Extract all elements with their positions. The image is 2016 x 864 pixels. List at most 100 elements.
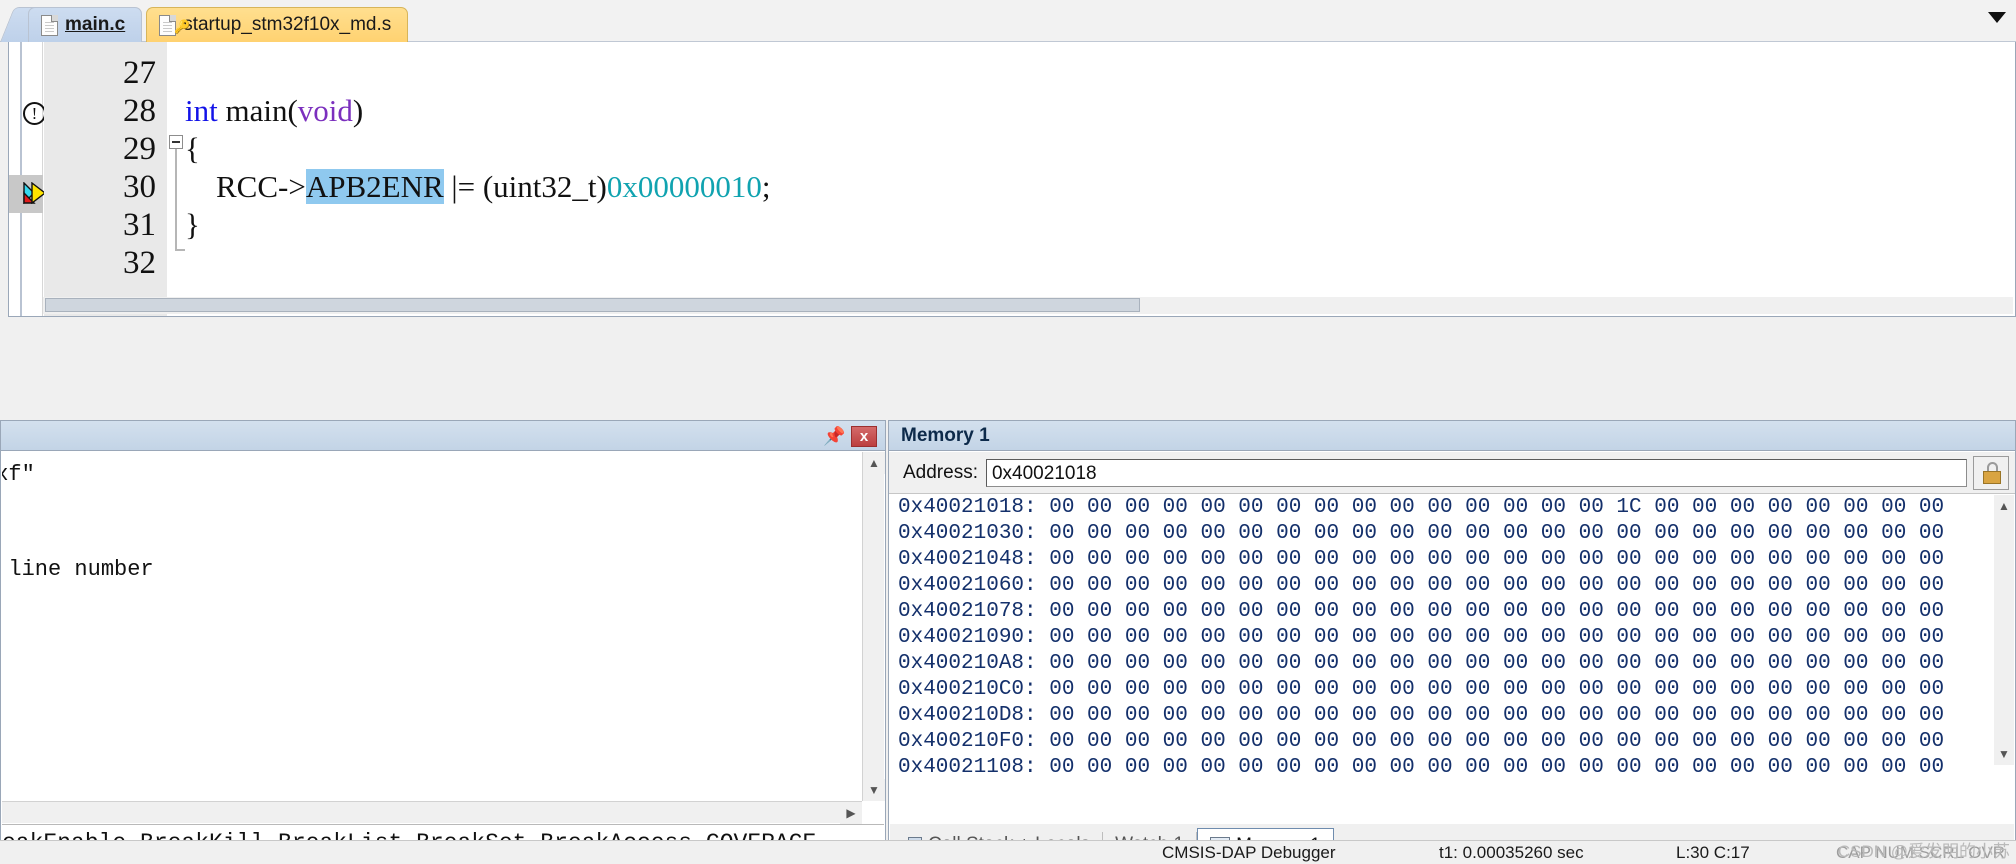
memory-row[interactable]: 0x40021078: 00 00 00 00 00 00 00 00 00 0… (890, 599, 2014, 625)
memory-byte[interactable]: 00 (1768, 600, 1806, 623)
memory-byte[interactable]: 00 (1314, 626, 1352, 649)
code-editor[interactable]: ! 27 28 29 30 31 32 int main(void) { RCC… (8, 42, 2016, 317)
memory-row[interactable]: 0x40021090: 00 00 00 00 00 00 00 00 00 0… (890, 625, 2014, 651)
memory-byte[interactable]: 00 (1352, 574, 1390, 597)
memory-byte[interactable]: 00 (1390, 730, 1428, 753)
memory-byte[interactable]: 00 (1654, 730, 1692, 753)
memory-byte[interactable]: 00 (1654, 756, 1692, 779)
memory-byte[interactable]: 00 (1541, 626, 1579, 649)
memory-byte[interactable]: 00 (1768, 730, 1806, 753)
memory-byte[interactable]: 00 (1390, 574, 1428, 597)
memory-byte[interactable]: 00 (1881, 730, 1919, 753)
memory-byte[interactable]: 00 (1541, 730, 1579, 753)
memory-byte[interactable]: 00 (1805, 730, 1843, 753)
memory-byte[interactable]: 00 (1200, 730, 1238, 753)
memory-byte[interactable]: 00 (1465, 730, 1503, 753)
memory-byte[interactable]: 00 (1541, 600, 1579, 623)
memory-byte[interactable]: 00 (1843, 548, 1881, 571)
memory-byte[interactable]: 00 (1352, 522, 1390, 545)
memory-byte[interactable]: 00 (1276, 496, 1314, 519)
memory-byte[interactable]: 00 (1276, 574, 1314, 597)
memory-byte[interactable]: 00 (1427, 730, 1465, 753)
memory-byte[interactable]: 00 (1919, 574, 1944, 597)
memory-byte[interactable]: 00 (1503, 678, 1541, 701)
memory-byte[interactable]: 00 (1805, 756, 1843, 779)
memory-byte[interactable]: 00 (1730, 626, 1768, 649)
memory-byte[interactable]: 00 (1163, 522, 1201, 545)
memory-byte[interactable]: 00 (1919, 756, 1944, 779)
close-icon[interactable]: x (851, 426, 877, 447)
memory-byte[interactable]: 00 (1616, 756, 1654, 779)
memory-byte[interactable]: 00 (1692, 548, 1730, 571)
memory-vertical-scrollbar[interactable]: ▲ ▼ (1994, 495, 2014, 765)
memory-byte[interactable]: 00 (1200, 652, 1238, 675)
memory-byte[interactable]: 00 (1503, 548, 1541, 571)
memory-byte[interactable]: 00 (1087, 522, 1125, 545)
memory-byte[interactable]: 00 (1352, 730, 1390, 753)
memory-byte[interactable]: 00 (1616, 548, 1654, 571)
editor-horizontal-scrollbar[interactable] (43, 297, 2013, 314)
memory-byte[interactable]: 00 (1768, 548, 1806, 571)
memory-byte[interactable]: 00 (1919, 704, 1944, 727)
memory-byte[interactable]: 00 (1768, 522, 1806, 545)
memory-byte[interactable]: 00 (1692, 574, 1730, 597)
memory-byte[interactable]: 00 (1390, 522, 1428, 545)
memory-byte[interactable]: 00 (1238, 522, 1276, 545)
memory-byte[interactable]: 00 (1314, 652, 1352, 675)
memory-byte[interactable]: 00 (1654, 600, 1692, 623)
memory-byte[interactable]: 00 (1730, 678, 1768, 701)
triangle-right-icon[interactable]: ▶ (840, 802, 862, 824)
memory-byte[interactable]: 00 (1503, 652, 1541, 675)
memory-row[interactable]: 0x40021108: 00 00 00 00 00 00 00 00 00 0… (890, 755, 2014, 781)
command-vertical-scrollbar[interactable]: ▲ ▼ (862, 452, 885, 801)
memory-byte[interactable]: 00 (1843, 574, 1881, 597)
memory-byte[interactable]: 00 (1163, 574, 1201, 597)
memory-byte[interactable]: 00 (1919, 496, 1944, 519)
memory-byte[interactable]: 00 (1352, 600, 1390, 623)
memory-byte[interactable]: 00 (1200, 522, 1238, 545)
memory-byte[interactable]: 00 (1087, 756, 1125, 779)
memory-byte[interactable]: 00 (1692, 730, 1730, 753)
memory-byte[interactable]: 00 (1427, 678, 1465, 701)
memory-byte[interactable]: 00 (1352, 652, 1390, 675)
memory-byte[interactable]: 00 (1881, 704, 1919, 727)
memory-row[interactable]: 0x400210C0: 00 00 00 00 00 00 00 00 00 0… (890, 677, 2014, 703)
memory-byte[interactable]: 00 (1503, 730, 1541, 753)
memory-byte[interactable]: 00 (1805, 574, 1843, 597)
memory-byte[interactable]: 00 (1616, 652, 1654, 675)
memory-byte[interactable]: 00 (1200, 756, 1238, 779)
triangle-down-icon[interactable]: ▼ (863, 779, 885, 801)
memory-row[interactable]: 0x40021030: 00 00 00 00 00 00 00 00 00 0… (890, 521, 2014, 547)
memory-byte[interactable]: 00 (1125, 522, 1163, 545)
memory-byte[interactable]: 00 (1465, 600, 1503, 623)
memory-byte[interactable]: 00 (1919, 548, 1944, 571)
memory-byte[interactable]: 00 (1125, 756, 1163, 779)
memory-byte[interactable]: 00 (1654, 522, 1692, 545)
scrollbar-thumb[interactable] (45, 298, 1140, 312)
memory-byte[interactable]: 00 (1200, 574, 1238, 597)
memory-byte[interactable]: 00 (1352, 548, 1390, 571)
memory-byte[interactable]: 00 (1541, 678, 1579, 701)
memory-byte[interactable]: 00 (1465, 652, 1503, 675)
memory-byte[interactable]: 00 (1579, 626, 1617, 649)
memory-byte[interactable]: 00 (1768, 704, 1806, 727)
memory-byte[interactable]: 00 (1200, 600, 1238, 623)
memory-byte[interactable]: 00 (1465, 678, 1503, 701)
memory-byte[interactable]: 00 (1465, 522, 1503, 545)
memory-byte[interactable]: 00 (1163, 678, 1201, 701)
memory-byte[interactable]: 00 (1692, 522, 1730, 545)
memory-byte[interactable]: 00 (1805, 678, 1843, 701)
memory-byte[interactable]: 00 (1200, 704, 1238, 727)
memory-byte[interactable]: 00 (1692, 756, 1730, 779)
memory-byte[interactable]: 00 (1843, 626, 1881, 649)
memory-byte[interactable]: 00 (1125, 704, 1163, 727)
memory-byte[interactable]: 00 (1768, 678, 1806, 701)
memory-byte[interactable]: 00 (1579, 730, 1617, 753)
code-line-28[interactable]: int main(void) (185, 92, 363, 130)
memory-byte[interactable]: 00 (1390, 652, 1428, 675)
memory-byte[interactable]: 00 (1654, 652, 1692, 675)
memory-byte[interactable]: 00 (1503, 756, 1541, 779)
memory-byte[interactable]: 00 (1503, 600, 1541, 623)
memory-byte[interactable]: 00 (1616, 600, 1654, 623)
memory-byte[interactable]: 00 (1125, 548, 1163, 571)
